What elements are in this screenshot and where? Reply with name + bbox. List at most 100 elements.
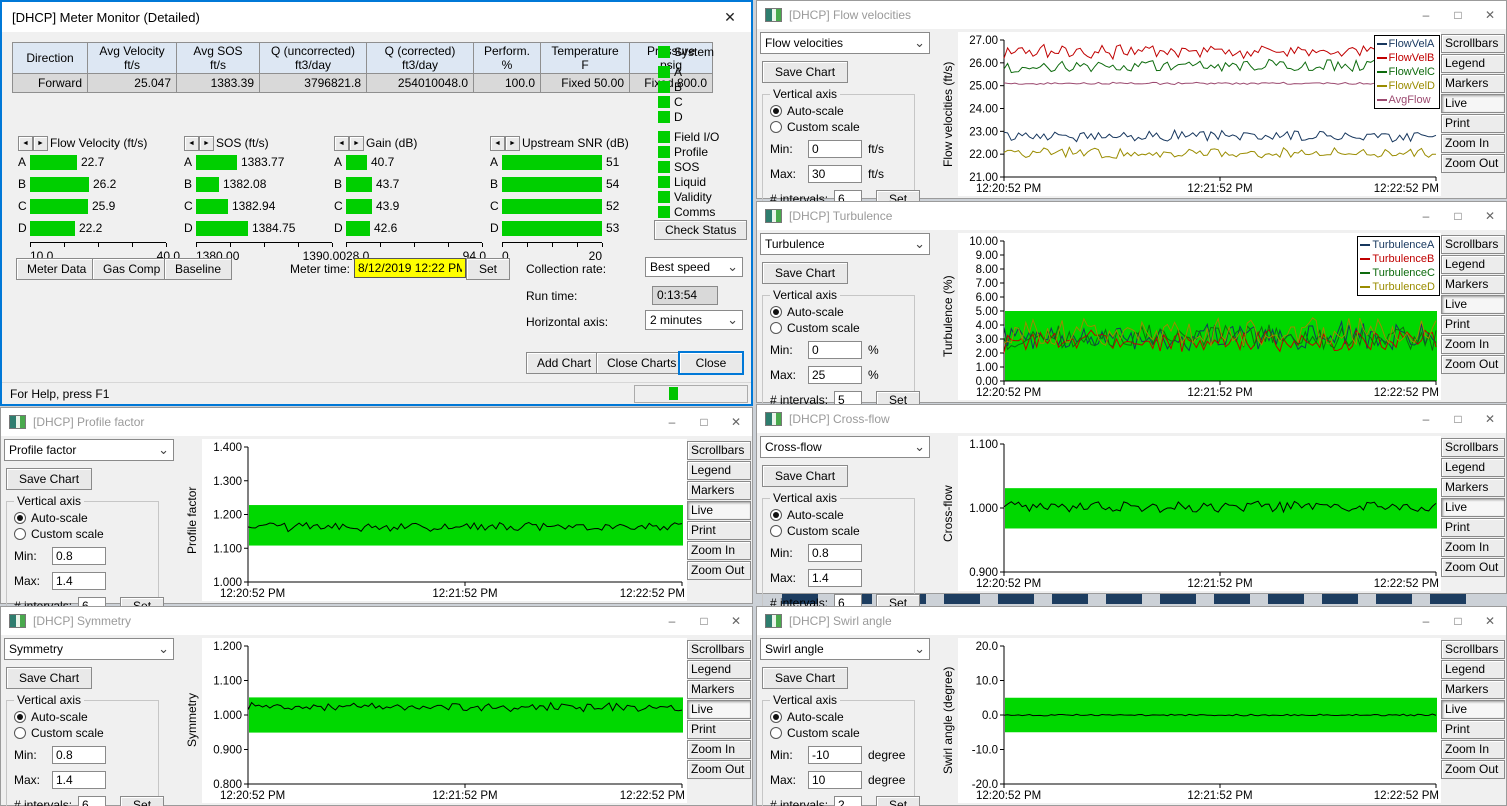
zoom-out-button[interactable]: Zoom Out	[1441, 355, 1505, 374]
print-button[interactable]: Print	[1441, 518, 1505, 537]
window-titlebar[interactable]: [DHCP] Swirl angle – □ ✕	[757, 607, 1506, 635]
zoom-out-button[interactable]: Zoom Out	[687, 561, 751, 580]
max-input[interactable]	[808, 771, 862, 789]
custom-scale-radio[interactable]: Custom scale	[770, 321, 910, 335]
save-chart-button[interactable]: Save Chart	[6, 468, 92, 490]
window-titlebar[interactable]: [DHCP] Symmetry – □ ✕	[1, 607, 752, 635]
custom-scale-radio[interactable]: Custom scale	[770, 726, 910, 740]
scroll-right-icon[interactable]: ►	[199, 136, 214, 151]
horizontal-axis-dropdown[interactable]: 2 minutes ⌄	[645, 310, 743, 330]
live-button[interactable]: Live	[687, 501, 751, 520]
close-icon[interactable]: ✕	[1474, 1, 1506, 29]
save-chart-button[interactable]: Save Chart	[762, 667, 848, 689]
zoom-out-button[interactable]: Zoom Out	[1441, 760, 1505, 779]
minimize-icon[interactable]: –	[1410, 607, 1442, 635]
scroll-right-icon[interactable]: ►	[349, 136, 364, 151]
window-titlebar[interactable]: [DHCP] Turbulence – □ ✕	[757, 202, 1506, 230]
scrollbars-button[interactable]: Scrollbars	[687, 441, 751, 460]
scroll-left-icon[interactable]: ◄	[184, 136, 199, 151]
auto-scale-radio[interactable]: Auto-scale	[770, 305, 910, 319]
auto-scale-radio[interactable]: Auto-scale	[14, 710, 154, 724]
set-time-button[interactable]: Set	[466, 258, 510, 280]
live-button[interactable]: Live	[1441, 94, 1505, 113]
minimize-icon[interactable]: –	[1410, 1, 1442, 29]
scroll-left-icon[interactable]: ◄	[490, 136, 505, 151]
maximize-icon[interactable]: □	[1442, 1, 1474, 29]
close-icon[interactable]: ✕	[1474, 202, 1506, 230]
legend-button[interactable]: Legend	[687, 461, 751, 480]
close-icon[interactable]: ✕	[720, 607, 752, 635]
legend-button[interactable]: Legend	[1441, 660, 1505, 679]
markers-button[interactable]: Markers	[1441, 74, 1505, 93]
save-chart-button[interactable]: Save Chart	[762, 61, 848, 83]
close-icon[interactable]: ✕	[720, 408, 752, 436]
save-chart-button[interactable]: Save Chart	[762, 465, 848, 487]
scroll-left-icon[interactable]: ◄	[334, 136, 349, 151]
custom-scale-radio[interactable]: Custom scale	[14, 527, 154, 541]
maximize-icon[interactable]: □	[688, 408, 720, 436]
min-input[interactable]	[52, 547, 106, 565]
window-titlebar[interactable]: [DHCP] Flow velocities – □ ✕	[757, 1, 1506, 29]
zoom-in-button[interactable]: Zoom In	[1441, 538, 1505, 557]
max-input[interactable]	[808, 366, 862, 384]
legend-button[interactable]: Legend	[1441, 255, 1505, 274]
close-charts-button[interactable]: Close Charts	[596, 352, 687, 374]
auto-scale-radio[interactable]: Auto-scale	[770, 710, 910, 724]
set-button[interactable]: Set	[120, 796, 164, 806]
maximize-icon[interactable]: □	[1442, 607, 1474, 635]
close-icon[interactable]: ✕	[1474, 405, 1506, 433]
live-button[interactable]: Live	[1441, 295, 1505, 314]
live-button[interactable]: Live	[687, 700, 751, 719]
chart-type-dropdown[interactable]: Symmetry ⌄	[4, 638, 174, 660]
zoom-in-button[interactable]: Zoom In	[687, 541, 751, 560]
baseline-button[interactable]: Baseline	[164, 258, 232, 280]
scrollbars-button[interactable]: Scrollbars	[687, 640, 751, 659]
legend-button[interactable]: Legend	[1441, 54, 1505, 73]
markers-button[interactable]: Markers	[1441, 275, 1505, 294]
meter-data-button[interactable]: Meter Data	[16, 258, 97, 280]
min-input[interactable]	[52, 746, 106, 764]
save-chart-button[interactable]: Save Chart	[6, 667, 92, 689]
save-chart-button[interactable]: Save Chart	[762, 262, 848, 284]
legend-button[interactable]: Legend	[1441, 458, 1505, 477]
maximize-icon[interactable]: □	[1442, 202, 1474, 230]
print-button[interactable]: Print	[1441, 720, 1505, 739]
scrollbars-button[interactable]: Scrollbars	[1441, 640, 1505, 659]
print-button[interactable]: Print	[1441, 114, 1505, 133]
check-status-button[interactable]: Check Status	[654, 220, 747, 240]
custom-scale-radio[interactable]: Custom scale	[14, 726, 154, 740]
max-input[interactable]	[52, 771, 106, 789]
min-input[interactable]	[808, 544, 862, 562]
close-icon[interactable]: ✕	[1474, 607, 1506, 635]
print-button[interactable]: Print	[687, 521, 751, 540]
custom-scale-radio[interactable]: Custom scale	[770, 524, 910, 538]
zoom-in-button[interactable]: Zoom In	[1441, 335, 1505, 354]
scrollbars-button[interactable]: Scrollbars	[1441, 34, 1505, 53]
markers-button[interactable]: Markers	[687, 680, 751, 699]
auto-scale-radio[interactable]: Auto-scale	[770, 104, 910, 118]
live-button[interactable]: Live	[1441, 498, 1505, 517]
chart-type-dropdown[interactable]: Swirl angle ⌄	[760, 638, 930, 660]
close-icon[interactable]: ✕	[719, 9, 741, 26]
close-button[interactable]: Close	[678, 351, 744, 375]
max-input[interactable]	[808, 569, 862, 587]
scroll-left-icon[interactable]: ◄	[18, 136, 33, 151]
intervals-input[interactable]	[834, 796, 862, 806]
collection-rate-dropdown[interactable]: Best speed ⌄	[645, 257, 743, 277]
maximize-icon[interactable]: □	[1442, 405, 1474, 433]
chart-type-dropdown[interactable]: Flow velocities ⌄	[760, 32, 930, 54]
add-chart-button[interactable]: Add Chart	[526, 352, 602, 374]
min-input[interactable]	[808, 341, 862, 359]
intervals-input[interactable]	[78, 796, 106, 806]
zoom-in-button[interactable]: Zoom In	[687, 740, 751, 759]
auto-scale-radio[interactable]: Auto-scale	[770, 508, 910, 522]
max-input[interactable]	[52, 572, 106, 590]
scrollbars-button[interactable]: Scrollbars	[1441, 235, 1505, 254]
scroll-right-icon[interactable]: ►	[33, 136, 48, 151]
chart-type-dropdown[interactable]: Cross-flow ⌄	[760, 436, 930, 458]
meter-time-input[interactable]	[354, 258, 466, 278]
max-input[interactable]	[808, 165, 862, 183]
print-button[interactable]: Print	[687, 720, 751, 739]
minimize-icon[interactable]: –	[656, 408, 688, 436]
scroll-right-icon[interactable]: ►	[505, 136, 520, 151]
